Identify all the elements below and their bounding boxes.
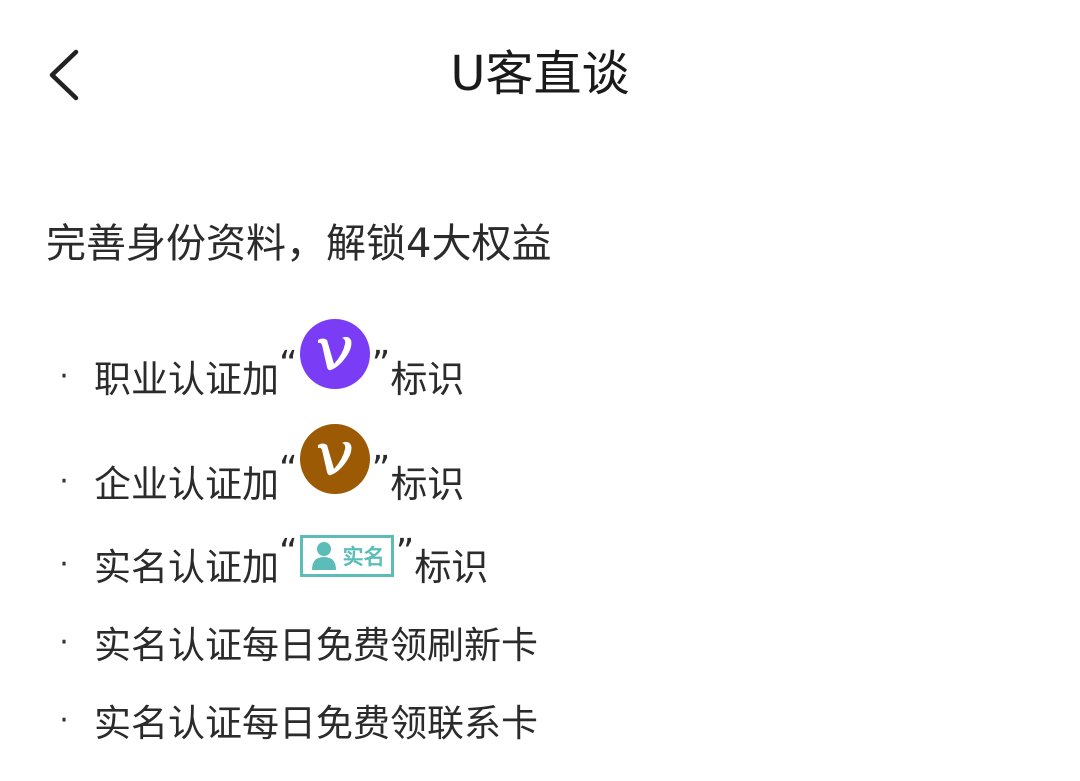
- v-badge-purple-icon: [299, 319, 370, 389]
- benefit-label: 实名认证加: [94, 546, 279, 589]
- benefit-label: 企业认证加: [94, 463, 279, 506]
- benefit-label: 实名认证每日免费领刷新卡: [94, 624, 538, 667]
- benefit-refresh-card: · 实名认证每日免费领刷新卡: [46, 612, 538, 672]
- bullet: ·: [59, 624, 69, 660]
- header: U客直谈: [0, 0, 1080, 150]
- close-quote: ”: [395, 531, 415, 573]
- benefit-label: 职业认证加: [94, 358, 279, 401]
- bullet: ·: [59, 463, 69, 499]
- realname-badge-label: 实名: [342, 545, 385, 569]
- open-quote: “: [279, 448, 298, 490]
- benefit-suffix: 标识: [390, 463, 465, 506]
- open-quote: “: [279, 531, 298, 573]
- open-quote: “: [279, 343, 298, 385]
- benefits-headline: 完善身份资料，解锁4大权益: [46, 221, 552, 267]
- page-title: U客直谈: [450, 46, 630, 102]
- benefit-enterprise: · 企业认证加 “ ” 标识: [46, 424, 465, 511]
- benefit-suffix: 标识: [414, 546, 489, 589]
- benefit-suffix: 标识: [390, 358, 465, 401]
- benefit-realname: · 实名认证加 “ 实名 ” 标识: [46, 531, 489, 594]
- v-badge-brown-icon: [299, 424, 370, 494]
- bullet: ·: [59, 358, 69, 394]
- close-quote: ”: [371, 448, 391, 490]
- close-quote: ”: [371, 343, 391, 385]
- bullet: ·: [59, 702, 69, 738]
- person-icon: [311, 542, 336, 570]
- benefit-label: 实名认证每日免费领联系卡: [94, 702, 538, 745]
- realname-badge-icon: 实名: [299, 535, 394, 577]
- bullet: ·: [59, 546, 69, 582]
- benefit-professional: · 职业认证加 “ ” 标识: [46, 319, 465, 406]
- benefit-contact-card: · 实名认证每日免费领联系卡: [46, 690, 538, 750]
